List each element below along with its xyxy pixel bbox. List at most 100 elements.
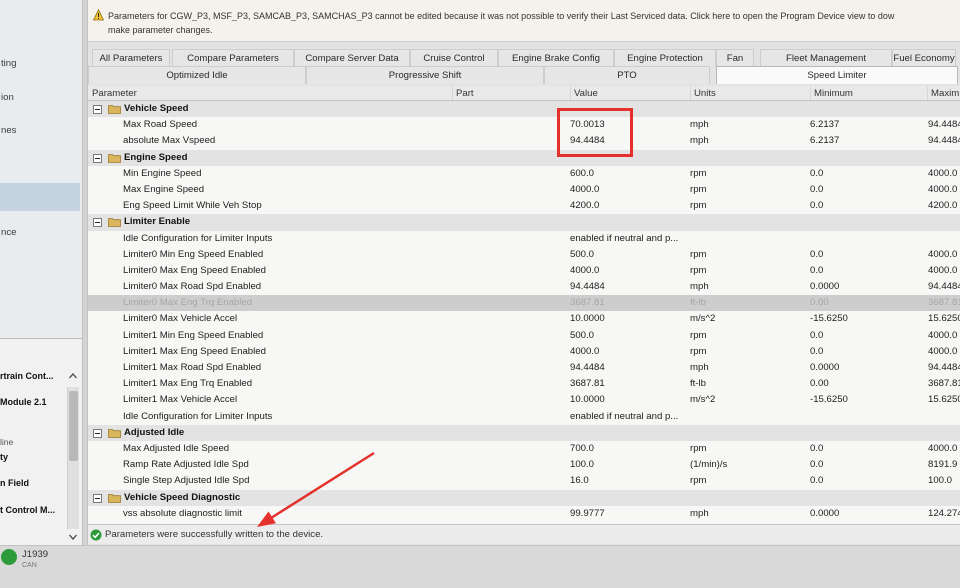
group-row[interactable]: Vehicle Speed — [88, 101, 960, 118]
value-cell[interactable]: 16.0 — [570, 473, 589, 489]
sidebar-item[interactable]: nes — [0, 123, 80, 139]
value-cell[interactable]: 94.4484 — [570, 360, 605, 376]
minimum-cell: 0.0000 — [810, 362, 840, 373]
tab-compare-parameters[interactable]: Compare Parameters — [172, 49, 294, 66]
tab-engine-brake-config[interactable]: Engine Brake Config — [498, 49, 614, 66]
status-bar: Parameters were successfully written to … — [88, 524, 960, 544]
collapse-toggle-icon[interactable] — [93, 105, 102, 114]
tab-optimized-idle[interactable]: Optimized Idle — [88, 66, 306, 84]
collapse-toggle-icon[interactable] — [93, 218, 102, 228]
parameter-name: Limiter1 Max Vehicle Accel — [123, 394, 238, 406]
value-cell[interactable]: 4000.0 — [570, 344, 599, 360]
chevron-up-icon[interactable] — [68, 371, 78, 381]
minimum-cell: 0.0 — [810, 167, 824, 179]
value-cell[interactable]: 4000.0 — [570, 182, 599, 198]
device-tree-item[interactable]: t Control M... — [0, 503, 66, 517]
value-cell[interactable]: enabled if neutral and p... — [570, 231, 678, 247]
warning-banner[interactable]: Parameters for CGW_P3, MSF_P3, SAMCAB_P3… — [88, 0, 960, 42]
banner-message-continued[interactable]: make parameter changes. — [108, 25, 958, 35]
value-cell[interactable]: 100.0 — [570, 457, 594, 473]
column-header-maximum[interactable]: Maxim — [927, 86, 959, 100]
group-row[interactable]: Vehicle Speed Diagnostic — [88, 489, 960, 506]
group-label: Limiter Enable — [124, 216, 191, 228]
sidebar-item[interactable]: nce — [0, 225, 80, 241]
value-cell[interactable]: 94.4484 — [570, 279, 605, 295]
tab-cruise-control[interactable]: Cruise Control — [410, 49, 498, 66]
value-cell[interactable]: 3687.81 — [570, 376, 605, 392]
table-row[interactable]: Max Engine Speed 4000.0 rpm 0.0 4000.0 — [88, 182, 960, 198]
banner-message[interactable]: Parameters for CGW_P3, MSF_P3, SAMCAB_P3… — [108, 11, 958, 21]
column-header-value[interactable]: Value — [570, 86, 598, 100]
table-row[interactable]: Limiter1 Max Eng Trq Enabled 3687.81 ft-lb… — [88, 376, 960, 392]
tab-all-parameters[interactable]: All Parameters — [92, 49, 170, 66]
table-row[interactable]: Limiter0 Max Eng Trq Enabled 3687.81 ft-lb… — [88, 295, 960, 312]
device-tree-scrollbar[interactable] — [67, 387, 79, 529]
sidebar-item[interactable]: ion — [0, 90, 80, 106]
table-row[interactable]: Limiter0 Max Vehicle Accel 10.0000 m/s^2 -1… — [88, 311, 960, 327]
tab-progressive-shift[interactable]: Progressive Shift — [306, 66, 544, 84]
table-row[interactable]: Eng Speed Limit While Veh Stop 4200.0 rpm 0… — [88, 198, 960, 214]
scrollbar-thumb[interactable] — [69, 391, 78, 461]
column-header-part[interactable]: Part — [452, 86, 474, 100]
tab-fleet-management[interactable]: Fleet Management — [760, 49, 892, 66]
value-cell[interactable]: 700.0 — [570, 441, 594, 457]
table-row[interactable]: Idle Configuration for Limiter Inputs ena… — [88, 409, 960, 425]
table-row[interactable]: Limiter0 Max Eng Speed Enabled 4000.0 rpm 0… — [88, 263, 960, 279]
parameter-name: Limiter1 Max Eng Trq Enabled — [123, 378, 253, 390]
table-row[interactable]: Min Engine Speed 600.0 rpm 0.0 4000.0 — [88, 166, 960, 182]
collapse-toggle-icon[interactable] — [93, 428, 102, 438]
table-row[interactable]: Limiter0 Min Eng Speed Enabled 500.0 rpm 0.… — [88, 247, 960, 263]
value-cell[interactable]: enabled if neutral and p... — [570, 409, 678, 425]
value-cell[interactable]: 99.9777 — [570, 506, 605, 522]
table-row[interactable]: vss absolute diagnostic limit 99.9777 mph 0… — [88, 506, 960, 522]
sidebar-item-selected[interactable] — [0, 183, 80, 211]
table-row[interactable]: Max Road Speed 70.0013 mph 6.2137 94.4484 — [88, 117, 960, 133]
table-row[interactable]: Limiter1 Min Eng Speed Enabled 500.0 rpm 0.… — [88, 328, 960, 344]
parameter-name: Limiter0 Max Eng Trq Enabled — [123, 297, 253, 309]
table-row[interactable]: Max Adjusted Idle Speed 700.0 rpm 0.0 4000.0 — [88, 441, 960, 457]
parameter-name: absolute Max Vspeed — [123, 135, 216, 147]
value-cell[interactable]: 10.0000 — [570, 392, 605, 408]
tab-engine-protection[interactable]: Engine Protection — [614, 49, 716, 66]
table-row[interactable]: Limiter1 Max Vehicle Accel 10.0000 m/s^2 -1… — [88, 392, 960, 408]
value-cell[interactable]: 10.0000 — [570, 311, 605, 327]
device-tree-item[interactable]: Module 2.1 — [0, 395, 66, 409]
units-cell: ft-lb — [690, 378, 706, 390]
column-header-minimum[interactable]: Minimum — [810, 86, 853, 100]
table-row[interactable]: Limiter1 Max Eng Speed Enabled 4000.0 rpm 0… — [88, 344, 960, 360]
collapse-toggle-icon[interactable] — [93, 153, 102, 163]
tab-fan[interactable]: Fan — [716, 49, 754, 66]
table-row[interactable]: absolute Max Vspeed 94.4484 mph 6.2137 94.44… — [88, 133, 960, 149]
tab-speed-limiter[interactable]: Speed Limiter — [716, 66, 958, 84]
value-cell[interactable]: 600.0 — [570, 166, 594, 182]
value-cell[interactable]: 500.0 — [570, 247, 594, 263]
parameter-name: Limiter0 Max Road Spd Enabled — [123, 281, 262, 293]
device-tree-item[interactable]: line — [0, 435, 66, 449]
value-cell[interactable]: 500.0 — [570, 328, 594, 344]
device-tree-header[interactable]: rtrain Cont... — [0, 369, 66, 383]
device-tree-item[interactable]: ty — [0, 450, 66, 464]
group-row[interactable]: Engine Speed — [88, 149, 960, 166]
chevron-down-icon[interactable] — [68, 532, 78, 542]
table-row[interactable]: Single Step Adjusted Idle Spd 16.0 rpm 0.0 1… — [88, 473, 960, 489]
group-row[interactable]: Limiter Enable — [88, 214, 960, 231]
minimum-cell: 0.0 — [810, 200, 824, 212]
parameter-name: Idle Configuration for Limiter Inputs — [123, 410, 273, 422]
value-cell[interactable]: 3687.81 — [570, 295, 605, 311]
group-row[interactable]: Adjusted Idle — [88, 424, 960, 441]
table-row[interactable]: Ramp Rate Adjusted Idle Spd 100.0 (1/min)/… — [88, 457, 960, 473]
value-cell[interactable]: 4000.0 — [570, 263, 599, 279]
tab-compare-server-data[interactable]: Compare Server Data — [294, 49, 410, 66]
units-cell: rpm — [690, 200, 707, 212]
column-header-parameter[interactable]: Parameter — [92, 86, 137, 100]
table-row[interactable]: Limiter0 Max Road Spd Enabled 94.4484 mph 0… — [88, 279, 960, 295]
tab-fuel-economy[interactable]: Fuel Economy — [892, 49, 956, 66]
sidebar-item[interactable]: ting — [0, 56, 80, 72]
table-row[interactable]: Limiter1 Max Road Spd Enabled 94.4484 mph 0… — [88, 360, 960, 376]
tab-pto[interactable]: PTO — [544, 66, 710, 84]
table-row[interactable]: Idle Configuration for Limiter Inputs ena… — [88, 231, 960, 247]
value-cell[interactable]: 4200.0 — [570, 198, 599, 214]
device-tree-item[interactable]: n Field — [0, 476, 66, 490]
collapse-toggle-icon[interactable] — [93, 493, 102, 503]
column-header-units[interactable]: Units — [690, 86, 716, 100]
